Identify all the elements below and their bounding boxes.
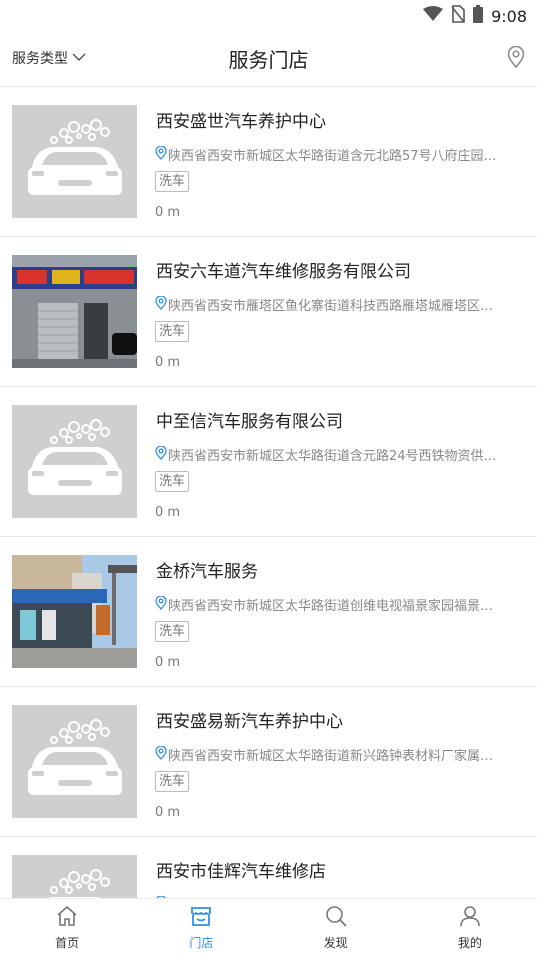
store-thumbnail	[12, 405, 137, 518]
store-list[interactable]: 西安盛世汽车养护中心陕西省西安市新城区太华路街道含元北路57号八府庄园… 洗车 0 …	[0, 87, 537, 899]
no-sim-icon	[451, 5, 465, 27]
tab-label: 首页	[55, 936, 80, 950]
store-list-item[interactable]: 西安盛易新汽车养护中心陕西省西安市新城区太华路街道新兴路钟表材料厂家属… 洗车 0 …	[0, 687, 537, 837]
location-pin-icon	[155, 595, 167, 614]
store-distance: 0 m	[155, 205, 181, 220]
status-bar: 9:08	[0, 0, 537, 30]
battery-icon	[473, 5, 484, 27]
store-name: 西安六车道汽车维修服务有限公司	[156, 262, 411, 282]
location-pin-icon	[155, 445, 167, 464]
store-thumbnail	[12, 705, 137, 818]
store-address-text: 陕西省西安市新城区太华路街道含元北路57号八府庄园…	[168, 149, 497, 164]
store-thumbnail	[12, 255, 137, 368]
store-distance: 0 m	[155, 505, 181, 520]
tab-label: 门店	[189, 936, 214, 950]
store-list-item[interactable]: 西安市佳辉汽车维修店陕西省西安市灞桥区十里铺街道新城路镇城四季…洗车0 m	[0, 837, 537, 899]
store-address: 陕西省西安市新城区太华路街道含元北路57号八府庄园…	[155, 145, 525, 164]
location-pin-icon	[155, 295, 167, 314]
page-title: 服务门店	[228, 48, 309, 72]
tab-home[interactable]: 首页	[0, 899, 134, 956]
location-pin-icon	[155, 745, 167, 764]
store-address: 陕西省西安市新城区太华路街道新兴路钟表材料厂家属…	[155, 745, 525, 764]
tab-label: 我的	[457, 936, 482, 950]
store-list-item[interactable]: 金桥汽车服务陕西省西安市新城区太华路街道创维电视福景家园福景… 洗车 0 m	[0, 537, 537, 687]
store-thumbnail	[12, 555, 137, 668]
store-name: 西安盛易新汽车养护中心	[156, 712, 343, 732]
search-icon	[324, 904, 348, 932]
location-pin-icon[interactable]	[507, 45, 525, 72]
service-tag: 洗车	[155, 771, 190, 792]
store-address: 陕西省西安市新城区太华路街道创维电视福景家园福景…	[155, 595, 525, 614]
bottom-tab-bar: 首页 门店 发现 我的	[0, 898, 537, 956]
status-time: 9:08	[491, 6, 527, 26]
tab-search[interactable]: 发现	[269, 899, 403, 956]
store-list-item[interactable]: 西安六车道汽车维修服务有限公司陕西省西安市雁塔区鱼化寨街道科技西路雁塔城雁塔区……	[0, 237, 537, 387]
store-address-text: 陕西省西安市雁塔区鱼化寨街道科技西路雁塔城雁塔区…	[168, 299, 494, 314]
store-address-text: 陕西省西安市新城区太华路街道创维电视福景家园福景…	[168, 599, 494, 614]
store-name: 中至信汽车服务有限公司	[156, 412, 343, 432]
wifi-icon	[423, 6, 444, 26]
tab-store[interactable]: 门店	[134, 899, 268, 956]
service-tag: 洗车	[155, 321, 190, 342]
store-thumbnail	[12, 855, 137, 899]
store-icon	[189, 904, 213, 932]
user-icon	[458, 904, 482, 932]
store-distance: 0 m	[155, 655, 181, 670]
home-icon	[55, 904, 79, 932]
service-tag: 洗车	[155, 471, 190, 492]
store-address: 陕西省西安市新城区太华路街道含元路24号西铁物资供…	[155, 445, 525, 464]
tab-user[interactable]: 我的	[403, 899, 537, 956]
store-address: 陕西省西安市雁塔区鱼化寨街道科技西路雁塔城雁塔区…	[155, 295, 525, 314]
store-distance: 0 m	[155, 355, 181, 370]
store-address-text: 陕西省西安市新城区太华路街道新兴路钟表材料厂家属…	[168, 749, 494, 764]
service-tag: 洗车	[155, 621, 190, 642]
store-list-item[interactable]: 西安盛世汽车养护中心陕西省西安市新城区太华路街道含元北路57号八府庄园… 洗车 0 …	[0, 87, 537, 237]
store-name: 西安市佳辉汽车维修店	[156, 862, 326, 882]
tab-label: 发现	[323, 936, 348, 950]
location-pin-icon	[155, 145, 167, 164]
store-address-text: 陕西省西安市新城区太华路街道含元路24号西铁物资供…	[168, 449, 497, 464]
page-header: 服务类型 服务门店	[0, 30, 537, 87]
store-name: 西安盛世汽车养护中心	[156, 112, 326, 132]
service-tag: 洗车	[155, 171, 190, 192]
store-distance: 0 m	[155, 805, 181, 820]
store-name: 金桥汽车服务	[156, 562, 258, 582]
store-thumbnail	[12, 105, 137, 218]
store-list-item[interactable]: 中至信汽车服务有限公司陕西省西安市新城区太华路街道含元路24号西铁物资供… 洗车 0…	[0, 387, 537, 537]
